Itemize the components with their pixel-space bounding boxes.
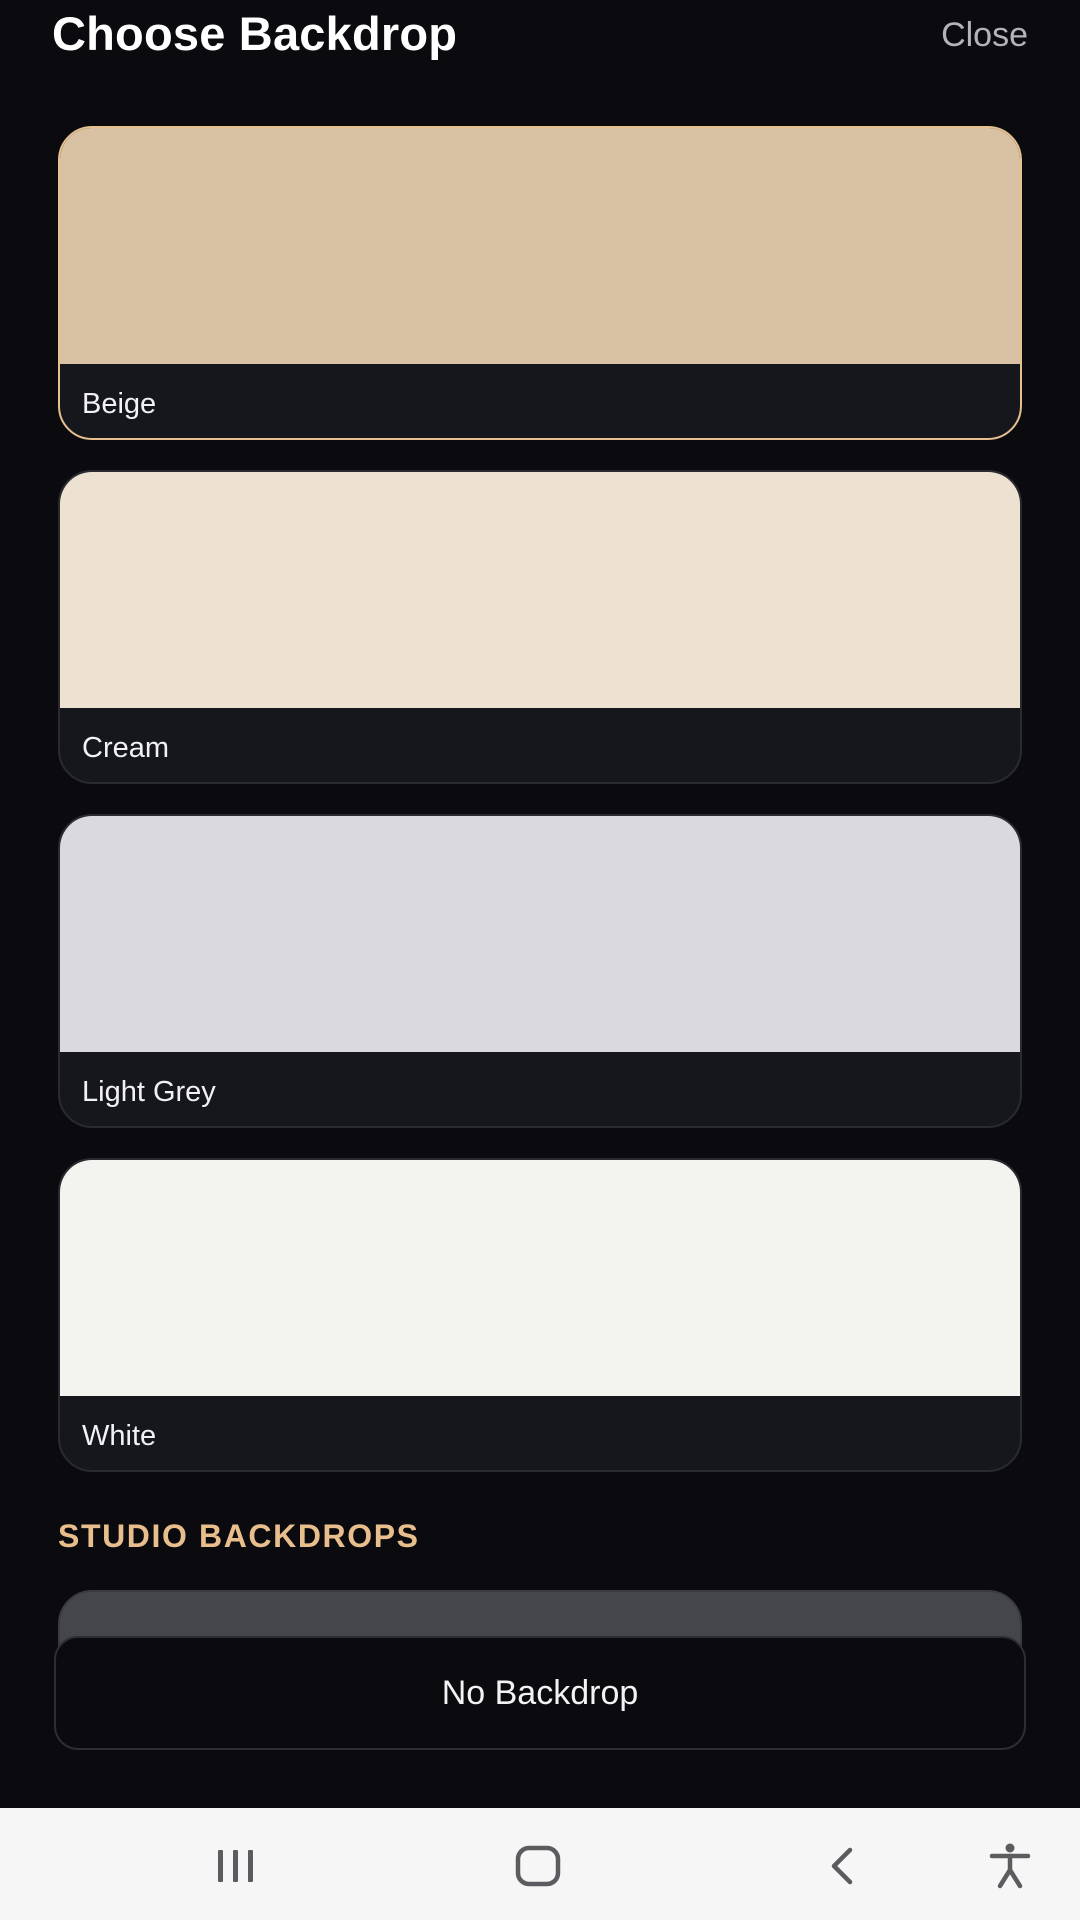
backdrop-swatch [60, 472, 1020, 708]
back-icon[interactable] [812, 1836, 872, 1896]
backdrop-label: Light Grey [82, 1076, 216, 1108]
backdrop-swatch [60, 816, 1020, 1052]
close-button[interactable]: Close [941, 16, 1028, 55]
backdrop-label: Beige [82, 388, 157, 420]
page-title: Choose Backdrop [52, 7, 458, 60]
home-icon[interactable] [508, 1836, 568, 1896]
backdrop-swatch [60, 1160, 1020, 1396]
backdrop-picker-screen: Choose Backdrop Close Beige Cream Light … [0, 0, 1080, 1920]
section-title-studio-backdrops: STUDIO BACKDROPS [58, 1518, 420, 1554]
backdrop-card-white[interactable]: White [58, 1158, 1022, 1472]
backdrop-label: White [82, 1420, 157, 1452]
backdrop-card-cream[interactable]: Cream [58, 470, 1022, 784]
no-backdrop-button[interactable]: No Backdrop [54, 1636, 1026, 1750]
backdrop-label: Cream [82, 732, 170, 764]
system-navigation-bar [0, 1808, 1080, 1920]
backdrop-card-beige[interactable]: Beige [58, 126, 1022, 440]
accessibility-icon[interactable] [980, 1836, 1040, 1896]
recent-apps-icon[interactable] [206, 1836, 266, 1896]
header: Choose Backdrop Close [0, 0, 1080, 80]
backdrop-card-light-grey[interactable]: Light Grey [58, 814, 1022, 1128]
backdrop-swatch [60, 128, 1020, 364]
